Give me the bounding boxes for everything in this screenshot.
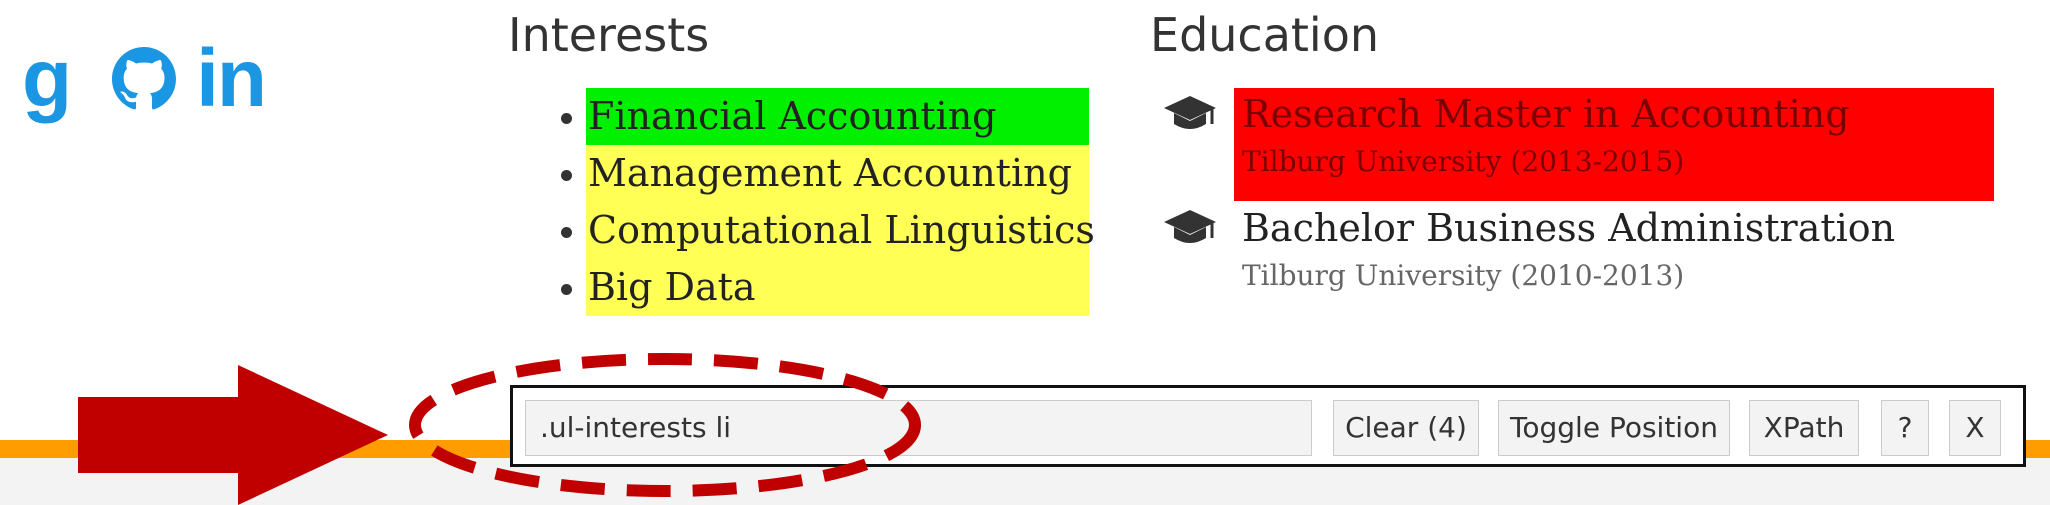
clear-button[interactable]: Clear (4) xyxy=(1333,400,1479,456)
education-highlight: Research Master in Accounting Tilburg Un… xyxy=(1234,88,1994,201)
bullet-icon xyxy=(561,170,572,181)
education-subtitle: Tilburg University (2013-2015) xyxy=(1242,145,1685,178)
selector-input[interactable]: .ul-interests li xyxy=(525,400,1312,456)
education-text: Bachelor Business Administration Tilburg… xyxy=(1234,202,1895,298)
bullet-icon xyxy=(561,113,572,124)
education-title: Bachelor Business Administration xyxy=(1242,206,1896,250)
interest-item: Computational Linguistics xyxy=(561,202,1095,259)
interest-label: Management Accounting xyxy=(588,151,1072,195)
education-heading: Education xyxy=(1150,8,1380,62)
bullet-icon xyxy=(561,284,572,295)
bullet-icon xyxy=(561,227,572,238)
linkedin-icon[interactable]: in xyxy=(196,38,267,120)
github-icon[interactable] xyxy=(112,47,177,111)
graduation-cap-icon xyxy=(1164,96,1216,129)
interest-item: Financial Accounting xyxy=(561,88,1089,145)
arrow-annotation xyxy=(78,365,388,505)
interests-heading: Interests xyxy=(508,8,710,62)
xpath-button[interactable]: XPath xyxy=(1749,400,1859,456)
graduation-cap-icon xyxy=(1164,210,1216,243)
close-button[interactable]: X xyxy=(1949,400,2001,456)
selector-toolbar: .ul-interests li Clear (4) Toggle Positi… xyxy=(510,385,2026,467)
interest-label: Financial Accounting xyxy=(588,94,997,138)
help-button[interactable]: ? xyxy=(1881,400,1929,456)
toggle-position-button[interactable]: Toggle Position xyxy=(1498,400,1730,456)
interest-label: Big Data xyxy=(588,265,756,309)
education-subtitle: Tilburg University (2010-2013) xyxy=(1242,259,1685,292)
interest-item: Big Data xyxy=(561,259,1089,316)
interest-item: Management Accounting xyxy=(561,145,1089,202)
google-scholar-icon[interactable]: g xyxy=(22,38,72,120)
interest-label: Computational Linguistics xyxy=(588,208,1095,252)
education-title: Research Master in Accounting xyxy=(1242,92,1850,136)
interests-list: Financial Accounting Management Accounti… xyxy=(561,88,1095,316)
social-links: g in xyxy=(22,38,267,120)
